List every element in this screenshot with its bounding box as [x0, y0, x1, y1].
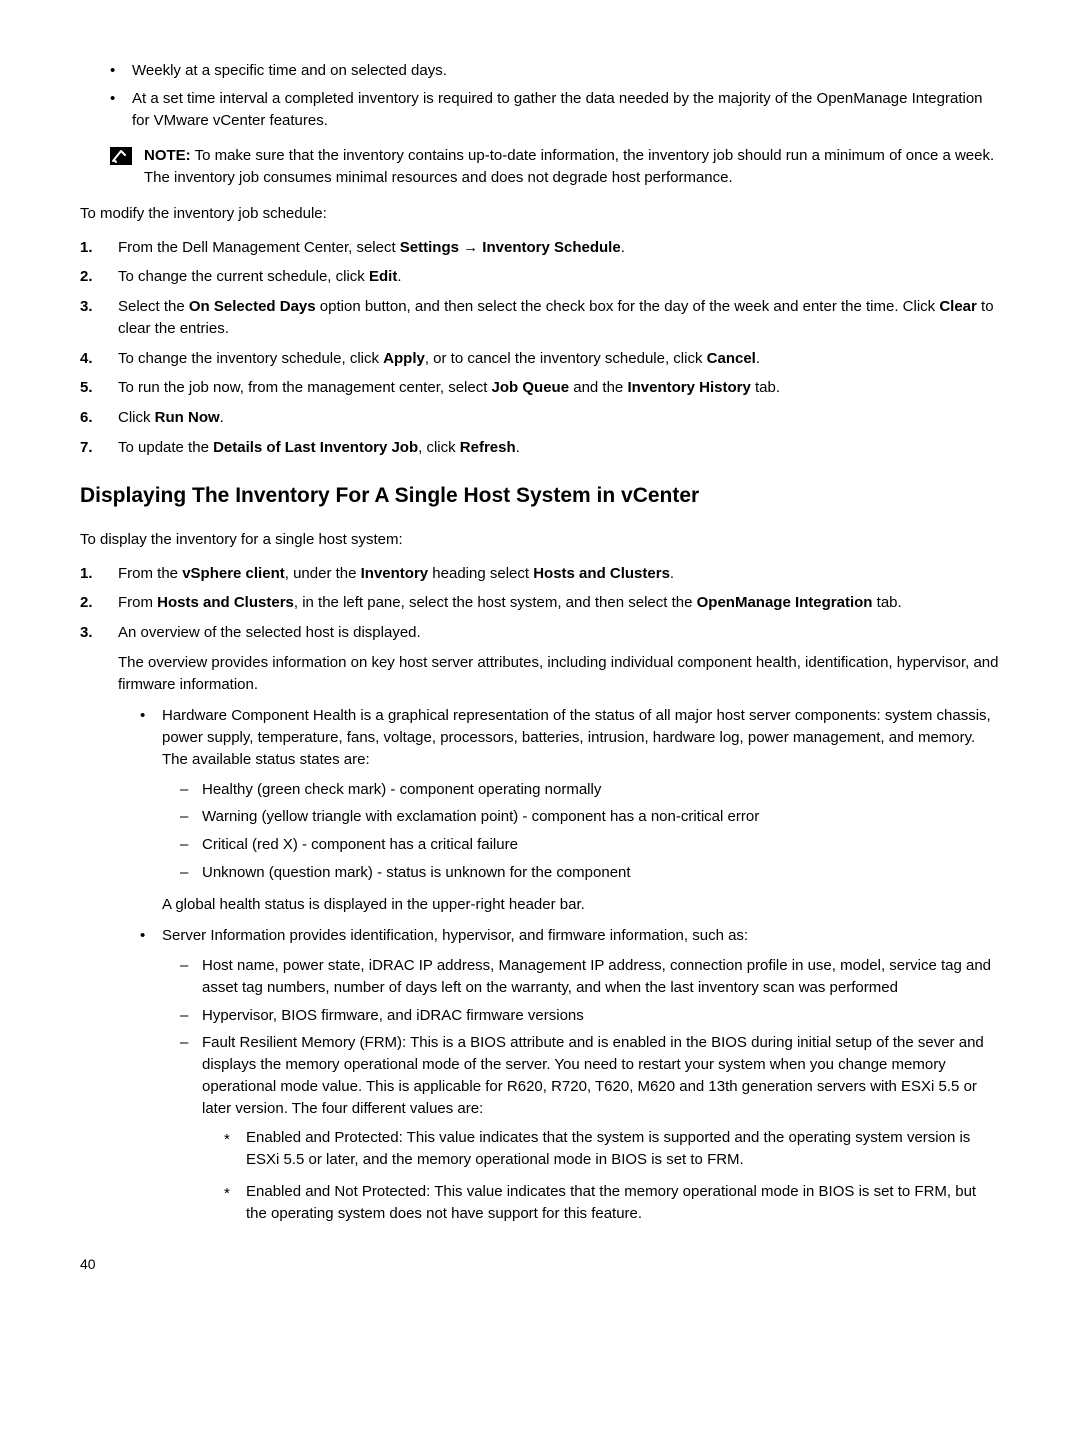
list-item: From Hosts and Clusters, in the left pan… — [80, 592, 1000, 614]
step3-paragraph: The overview provides information on key… — [118, 652, 1000, 696]
list-item: To update the Details of Last Inventory … — [80, 437, 1000, 459]
list-item: Weekly at a specific time and on selecte… — [110, 60, 1000, 82]
dash-text: Fault Resilient Memory (FRM): This is a … — [202, 1034, 984, 1116]
list-item: Server Information provides identificati… — [140, 925, 1000, 1224]
list-item: Hypervisor, BIOS firmware, and iDRAC fir… — [180, 1005, 1000, 1027]
step3-line1: An overview of the selected host is disp… — [118, 624, 421, 641]
list-item: Host name, power state, iDRAC IP address… — [180, 955, 1000, 999]
list-item: Enabled and Protected: This value indica… — [224, 1127, 1000, 1171]
paragraph-modify: To modify the inventory job schedule: — [80, 203, 1000, 225]
list-item: Fault Resilient Memory (FRM): This is a … — [180, 1032, 1000, 1224]
list-item: Critical (red X) - component has a criti… — [180, 834, 1000, 856]
list-item: An overview of the selected host is disp… — [80, 622, 1000, 1224]
dash-list: Host name, power state, iDRAC IP address… — [162, 955, 1000, 1224]
note-text: NOTE: To make sure that the inventory co… — [144, 145, 1000, 189]
list-item: Hardware Component Health is a graphical… — [140, 705, 1000, 915]
list-item: At a set time interval a completed inven… — [110, 88, 1000, 132]
note-label: NOTE: — [144, 147, 191, 164]
list-item: From the Dell Management Center, select … — [80, 237, 1000, 259]
list-item: Warning (yellow triangle with exclamatio… — [180, 806, 1000, 828]
inner-bullet-list: Hardware Component Health is a graphical… — [118, 705, 1000, 1224]
list-item: Enabled and Not Protected: This value in… — [224, 1181, 1000, 1225]
note-body: To make sure that the inventory contains… — [144, 147, 994, 186]
steps-list-1: From the Dell Management Center, select … — [80, 237, 1000, 459]
note-icon — [110, 147, 132, 172]
bullet-text: Hardware Component Health is a graphical… — [162, 707, 991, 768]
list-item: To change the inventory schedule, click … — [80, 348, 1000, 370]
page-number: 40 — [80, 1254, 1000, 1274]
list-item: To change the current schedule, click Ed… — [80, 266, 1000, 288]
list-item: To run the job now, from the management … — [80, 377, 1000, 399]
paragraph-display: To display the inventory for a single ho… — [80, 529, 1000, 551]
list-item: Unknown (question mark) - status is unkn… — [180, 862, 1000, 884]
note-callout: NOTE: To make sure that the inventory co… — [80, 145, 1000, 189]
list-item: Select the On Selected Days option butto… — [80, 296, 1000, 340]
section-heading: Displaying The Inventory For A Single Ho… — [80, 481, 1000, 511]
top-bullet-list: Weekly at a specific time and on selecte… — [80, 60, 1000, 131]
list-item: From the vSphere client, under the Inven… — [80, 563, 1000, 585]
bullet-text: Server Information provides identificati… — [162, 927, 748, 944]
list-item: Click Run Now. — [80, 407, 1000, 429]
list-item: Healthy (green check mark) - component o… — [180, 779, 1000, 801]
steps-list-2: From the vSphere client, under the Inven… — [80, 563, 1000, 1225]
dash-list: Healthy (green check mark) - component o… — [162, 779, 1000, 884]
bullet-after-text: A global health status is displayed in t… — [162, 894, 1000, 916]
star-list: Enabled and Protected: This value indica… — [202, 1127, 1000, 1224]
